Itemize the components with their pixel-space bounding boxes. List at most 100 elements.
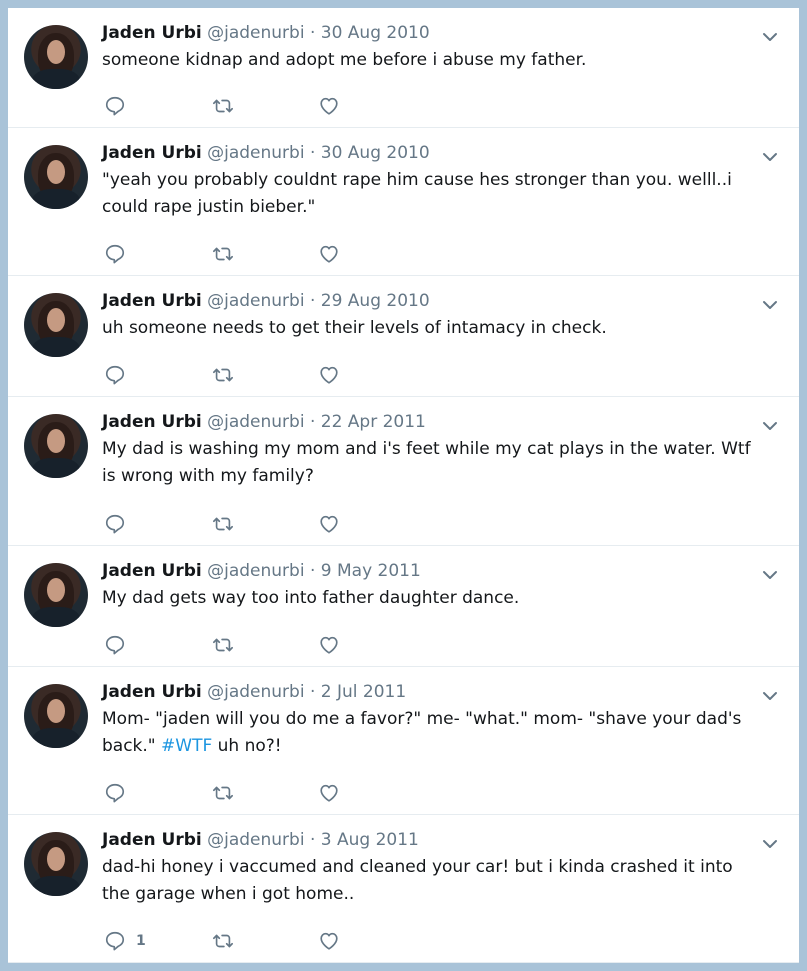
handle-date[interactable]: @jadenurbi · 3 Aug 2011 [207, 830, 419, 850]
reply-icon [104, 634, 126, 656]
retweet-icon [212, 95, 234, 117]
chevron-down-icon[interactable] [760, 834, 780, 854]
like-button[interactable] [318, 512, 340, 536]
like-icon [318, 782, 340, 804]
handle-date[interactable]: @jadenurbi · 9 May 2011 [207, 561, 421, 581]
tweet-header: Jaden Urbi @jadenurbi · 3 Aug 2011 [102, 830, 419, 850]
tweet-header: Jaden Urbi @jadenurbi · 29 Aug 2010 [102, 291, 430, 311]
chevron-down-icon[interactable] [760, 686, 780, 706]
like-button[interactable] [318, 242, 340, 266]
tweet-actions [104, 94, 364, 118]
retweet-icon [212, 243, 234, 265]
tweet[interactable]: Jaden Urbi @jadenurbi · 30 Aug 2010 some… [8, 8, 799, 128]
reply-icon [104, 364, 126, 386]
like-icon [318, 634, 340, 656]
tweet[interactable]: Jaden Urbi @jadenurbi · 2 Jul 2011 Mom- … [8, 667, 799, 815]
retweet-button[interactable] [212, 363, 234, 387]
hashtag-link[interactable]: #WTF [161, 736, 212, 756]
reply-count: 1 [136, 933, 146, 949]
avatar[interactable] [24, 684, 88, 748]
tweet-text-content: someone kidnap and adopt me before i abu… [102, 50, 587, 70]
retweet-icon [212, 634, 234, 656]
tweet-header: Jaden Urbi @jadenurbi · 9 May 2011 [102, 561, 421, 581]
handle-date[interactable]: @jadenurbi · 30 Aug 2010 [207, 143, 430, 163]
handle-date[interactable]: @jadenurbi · 30 Aug 2010 [207, 23, 430, 43]
tweet-actions [104, 633, 364, 657]
tweet[interactable]: Jaden Urbi @jadenurbi · 29 Aug 2010 uh s… [8, 276, 799, 397]
display-name[interactable]: Jaden Urbi [102, 143, 202, 163]
retweet-button[interactable] [212, 781, 234, 805]
like-button[interactable] [318, 781, 340, 805]
tweet-actions: 1 [104, 929, 364, 953]
tweet-actions [104, 781, 364, 805]
like-icon [318, 364, 340, 386]
retweet-icon [212, 782, 234, 804]
like-icon [318, 95, 340, 117]
handle-date[interactable]: @jadenurbi · 2 Jul 2011 [207, 682, 406, 702]
tweet-text-content: My dad is washing my mom and i's feet wh… [102, 439, 751, 486]
reply-button[interactable] [104, 242, 136, 266]
tweet-actions [104, 363, 364, 387]
tweet-text-content: dad-hi honey i vaccumed and cleaned your… [102, 857, 733, 904]
tweet-text-content: uh someone needs to get their levels of … [102, 318, 607, 338]
like-button[interactable] [318, 94, 340, 118]
tweet-text: uh someone needs to get their levels of … [102, 315, 762, 342]
retweet-button[interactable] [212, 512, 234, 536]
display-name[interactable]: Jaden Urbi [102, 682, 202, 702]
reply-button[interactable] [104, 781, 136, 805]
reply-icon [104, 95, 126, 117]
avatar[interactable] [24, 414, 88, 478]
tweet[interactable]: Jaden Urbi @jadenurbi · 30 Aug 2010 "yea… [8, 128, 799, 276]
tweet[interactable]: Jaden Urbi @jadenurbi · 9 May 2011 My da… [8, 546, 799, 667]
like-button[interactable] [318, 363, 340, 387]
display-name[interactable]: Jaden Urbi [102, 23, 202, 43]
display-name[interactable]: Jaden Urbi [102, 412, 202, 432]
retweet-button[interactable] [212, 242, 234, 266]
retweet-button[interactable] [212, 633, 234, 657]
display-name[interactable]: Jaden Urbi [102, 830, 202, 850]
like-icon [318, 513, 340, 535]
reply-button[interactable] [104, 633, 136, 657]
avatar[interactable] [24, 563, 88, 627]
reply-button[interactable] [104, 94, 136, 118]
reply-button[interactable]: 1 [104, 929, 146, 953]
tweet-text: My dad gets way too into father daughter… [102, 585, 762, 612]
avatar[interactable] [24, 25, 88, 89]
tweet-text: dad-hi honey i vaccumed and cleaned your… [102, 854, 762, 908]
tweet[interactable]: Jaden Urbi @jadenurbi · 3 Aug 2011 dad-h… [8, 815, 799, 963]
tweet-header: Jaden Urbi @jadenurbi · 30 Aug 2010 [102, 23, 430, 43]
handle-date[interactable]: @jadenurbi · 22 Apr 2011 [207, 412, 426, 432]
display-name[interactable]: Jaden Urbi [102, 561, 202, 581]
chevron-down-icon[interactable] [760, 565, 780, 585]
retweet-icon [212, 513, 234, 535]
tweet-text-content: My dad gets way too into father daughter… [102, 588, 520, 608]
reply-icon [104, 930, 126, 952]
avatar[interactable] [24, 832, 88, 896]
handle-date[interactable]: @jadenurbi · 29 Aug 2010 [207, 291, 430, 311]
reply-icon [104, 243, 126, 265]
reply-button[interactable] [104, 512, 136, 536]
retweet-button[interactable] [212, 94, 234, 118]
chevron-down-icon[interactable] [760, 416, 780, 436]
chevron-down-icon[interactable] [760, 27, 780, 47]
retweet-button[interactable] [212, 929, 234, 953]
avatar[interactable] [24, 293, 88, 357]
like-button[interactable] [318, 633, 340, 657]
tweet-text: My dad is washing my mom and i's feet wh… [102, 436, 762, 490]
tweet-actions [104, 512, 364, 536]
tweet-text: Mom- "jaden will you do me a favor?" me-… [102, 706, 762, 760]
like-icon [318, 243, 340, 265]
chevron-down-icon[interactable] [760, 295, 780, 315]
avatar[interactable] [24, 145, 88, 209]
retweet-icon [212, 364, 234, 386]
like-button[interactable] [318, 929, 340, 953]
tweet-header: Jaden Urbi @jadenurbi · 30 Aug 2010 [102, 143, 430, 163]
tweet-text: "yeah you probably couldnt rape him caus… [102, 167, 762, 221]
display-name[interactable]: Jaden Urbi [102, 291, 202, 311]
chevron-down-icon[interactable] [760, 147, 780, 167]
tweet-header: Jaden Urbi @jadenurbi · 2 Jul 2011 [102, 682, 406, 702]
tweet-text: someone kidnap and adopt me before i abu… [102, 47, 762, 74]
tweet-text-content: "yeah you probably couldnt rape him caus… [102, 170, 732, 217]
reply-button[interactable] [104, 363, 136, 387]
tweet[interactable]: Jaden Urbi @jadenurbi · 22 Apr 2011 My d… [8, 397, 799, 546]
